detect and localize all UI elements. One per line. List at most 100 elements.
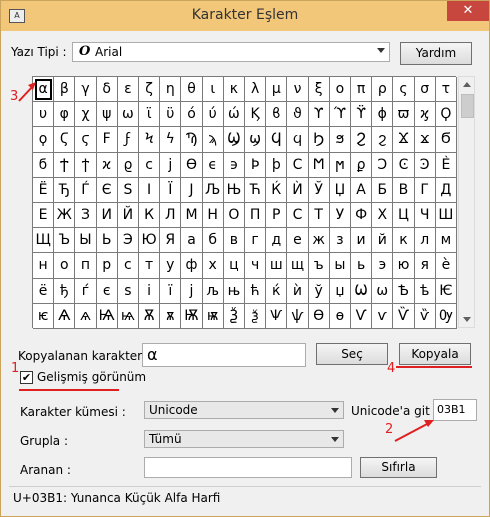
- character-cell[interactable]: Џ: [329, 177, 351, 203]
- character-cell[interactable]: θ: [181, 77, 203, 103]
- character-cell[interactable]: Э: [117, 228, 139, 254]
- character-cell[interactable]: Я: [160, 228, 182, 254]
- character-cell[interactable]: Ш: [435, 203, 457, 229]
- character-cell[interactable]: Ѹ: [435, 303, 457, 329]
- character-cell[interactable]: γ: [75, 77, 97, 103]
- character-cell[interactable]: ϱ: [117, 152, 139, 178]
- character-cell[interactable]: Ї: [160, 177, 182, 203]
- character-cell[interactable]: σ: [414, 77, 436, 103]
- character-cell[interactable]: ф: [181, 253, 203, 279]
- title-bar[interactable]: A Karakter Eşlem ✕: [1, 1, 489, 31]
- character-cell[interactable]: џ: [329, 278, 351, 304]
- character-cell[interactable]: Ѕ: [117, 177, 139, 203]
- character-cell[interactable]: ϣ: [245, 127, 267, 153]
- character-cell[interactable]: л: [414, 228, 436, 254]
- character-cell[interactable]: Ѳ: [308, 303, 330, 329]
- character-cell[interactable]: ϖ: [393, 102, 415, 128]
- character-cell[interactable]: λ: [245, 77, 267, 103]
- character-cell[interactable]: Ц: [393, 203, 415, 229]
- character-cell[interactable]: ζ: [139, 77, 161, 103]
- character-cell[interactable]: Х: [372, 203, 394, 229]
- group-dropdown[interactable]: Tümü: [144, 430, 344, 448]
- character-cell[interactable]: ї: [160, 278, 182, 304]
- character-cell[interactable]: Ͼ: [393, 152, 415, 178]
- character-cell[interactable]: Ы: [75, 228, 97, 254]
- character-cell[interactable]: Ѵ: [351, 303, 373, 329]
- character-cell[interactable]: ϵ: [202, 152, 224, 178]
- character-cell[interactable]: Ϝ: [96, 127, 118, 153]
- character-cell[interactable]: ϶: [223, 152, 245, 178]
- reset-button[interactable]: Sıfırla: [360, 457, 437, 478]
- character-cell[interactable]: І: [139, 177, 161, 203]
- character-cell[interactable]: ѡ: [372, 278, 394, 304]
- character-cell[interactable]: υ: [33, 102, 55, 128]
- character-cell[interactable]: ю: [393, 253, 415, 279]
- character-cell[interactable]: њ: [223, 278, 245, 304]
- character-cell[interactable]: ћ: [245, 278, 267, 304]
- character-cell[interactable]: в: [223, 228, 245, 254]
- character-cell[interactable]: И: [96, 203, 118, 229]
- character-cell[interactable]: я: [414, 253, 436, 279]
- character-cell[interactable]: Ѭ: [181, 303, 203, 329]
- character-cell[interactable]: ϕ: [372, 102, 394, 128]
- character-cell[interactable]: Ѷ: [393, 303, 415, 329]
- character-cell[interactable]: ϰ: [96, 152, 118, 178]
- character-grid[interactable]: αβγδεζηθικλμνξοπρςστυφχψωϊϋόύώϏϐϑϒϓϔϕϖϗϘ…: [32, 76, 457, 329]
- character-cell[interactable]: Ѐ: [435, 152, 457, 178]
- character-cell[interactable]: ϝ: [117, 127, 139, 153]
- character-cell[interactable]: Ϟ: [139, 127, 161, 153]
- character-cell[interactable]: ς: [393, 77, 415, 103]
- character-cell[interactable]: Ϣ: [223, 127, 245, 153]
- character-cell[interactable]: Г: [414, 177, 436, 203]
- character-cell[interactable]: ы: [329, 253, 351, 279]
- character-cell[interactable]: м: [435, 228, 457, 254]
- character-cell[interactable]: Е: [33, 203, 55, 229]
- character-cell[interactable]: ϙ: [33, 127, 55, 153]
- select-button[interactable]: Seç: [316, 343, 388, 365]
- character-cell[interactable]: μ: [266, 77, 288, 103]
- character-cell[interactable]: ѕ: [117, 278, 139, 304]
- character-cell[interactable]: Т: [308, 203, 330, 229]
- character-cell[interactable]: В: [393, 177, 415, 203]
- character-cell[interactable]: н: [33, 253, 55, 279]
- close-button[interactable]: ✕: [447, 1, 489, 21]
- character-cell[interactable]: ϥ: [287, 127, 309, 153]
- character-cell[interactable]: ѝ: [287, 278, 309, 304]
- character-cell[interactable]: Ѝ: [287, 177, 309, 203]
- advanced-view-checkbox[interactable]: ✔: [20, 371, 33, 384]
- character-cell[interactable]: ѩ: [117, 303, 139, 329]
- character-cell[interactable]: ρ: [372, 77, 394, 103]
- character-cell[interactable]: й: [372, 228, 394, 254]
- character-cell[interactable]: Ъ: [54, 228, 76, 254]
- character-cell[interactable]: Ϲ: [287, 152, 309, 178]
- character-cell[interactable]: ο: [329, 77, 351, 103]
- character-cell[interactable]: ъ: [308, 253, 330, 279]
- character-cell[interactable]: ѯ: [245, 303, 267, 329]
- character-cell[interactable]: љ: [202, 278, 224, 304]
- character-cell[interactable]: ѣ: [414, 278, 436, 304]
- character-cell[interactable]: Ϗ: [245, 102, 267, 128]
- character-cell[interactable]: Ё: [33, 177, 55, 203]
- copy-characters-input[interactable]: α: [142, 343, 306, 367]
- character-cell[interactable]: У: [329, 203, 351, 229]
- character-cell[interactable]: ѫ: [160, 303, 182, 329]
- character-cell[interactable]: Ͽ: [414, 152, 436, 178]
- character-cell[interactable]: ѭ: [202, 303, 224, 329]
- character-cell[interactable]: С: [287, 203, 309, 229]
- character-cell[interactable]: ш: [266, 253, 288, 279]
- character-cell[interactable]: т: [139, 253, 161, 279]
- character-cell[interactable]: Ͻ: [372, 152, 394, 178]
- character-cell[interactable]: ψ: [96, 102, 118, 128]
- character-cell[interactable]: ϊ: [139, 102, 161, 128]
- character-cell[interactable]: ж: [308, 228, 330, 254]
- character-cell[interactable]: ό: [181, 102, 203, 128]
- character-cell[interactable]: і: [139, 278, 161, 304]
- character-cell[interactable]: ϒ: [308, 102, 330, 128]
- character-cell[interactable]: ѳ: [329, 303, 351, 329]
- character-cell[interactable]: Ϸ: [245, 152, 267, 178]
- character-cell[interactable]: ц: [223, 253, 245, 279]
- character-cell[interactable]: ѱ: [287, 303, 309, 329]
- character-cell[interactable]: з: [329, 228, 351, 254]
- character-cell[interactable]: Ѱ: [266, 303, 288, 329]
- charset-dropdown[interactable]: Unicode: [144, 401, 344, 419]
